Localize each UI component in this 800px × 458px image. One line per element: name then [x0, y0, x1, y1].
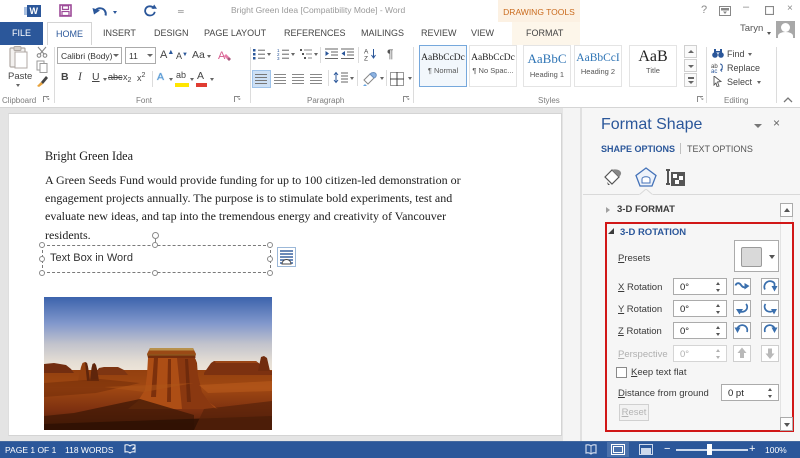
svg-text:Z: Z [364, 56, 368, 62]
svg-text:3: 3 [277, 56, 280, 60]
svg-text:ac: ac [711, 69, 717, 73]
svg-text:A: A [364, 49, 369, 56]
